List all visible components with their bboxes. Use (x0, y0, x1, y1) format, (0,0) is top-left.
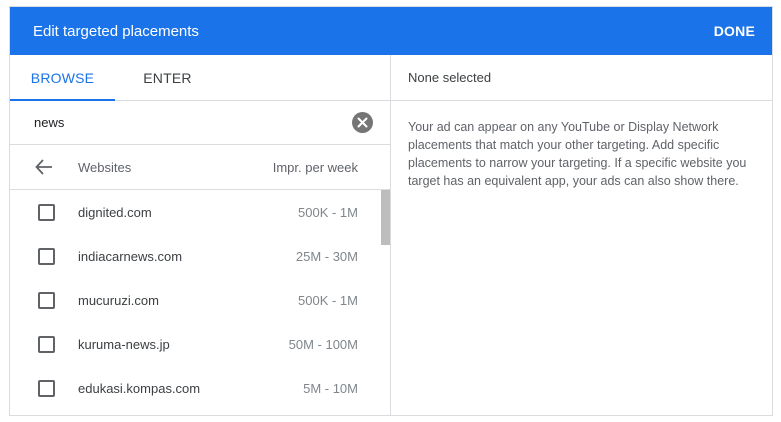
list-header: Websites Impr. per week (10, 145, 390, 190)
site-name: mucuruzi.com (78, 292, 159, 308)
row-checkbox[interactable] (38, 247, 55, 265)
tab-bar: BROWSE ENTER (10, 55, 390, 101)
search-row (10, 101, 390, 145)
results-list: dignited.com 500K - 1M indiacarnews.com … (10, 190, 390, 415)
done-button[interactable]: DONE (714, 23, 755, 39)
browse-panel: BROWSE ENTER Websites Impr. per week dig… (10, 55, 391, 415)
site-name: kuruma-news.jp (78, 336, 170, 352)
list-item[interactable]: edukasi.kompas.com 5M - 10M (10, 366, 390, 410)
list-item[interactable]: indiacarnews.com 25M - 30M (10, 234, 390, 278)
list-item[interactable]: kuruma-news.jp 50M - 100M (10, 322, 390, 366)
impressions-column-header: Impr. per week (272, 159, 358, 175)
websites-column-header: Websites (78, 159, 132, 175)
impressions-range: 500K - 1M (298, 204, 358, 220)
arrow-back-icon[interactable] (35, 159, 53, 175)
scrollbar-thumb[interactable] (381, 190, 390, 245)
search-input[interactable] (34, 115, 354, 130)
row-checkbox[interactable] (38, 291, 55, 309)
dialog-header: Edit targeted placements DONE (10, 7, 772, 55)
impressions-range: 500K - 1M (298, 292, 358, 308)
selection-panel: None selected Your ad can appear on any … (391, 55, 772, 415)
site-name: edukasi.kompas.com (78, 380, 201, 396)
impressions-range: 25M - 30M (295, 248, 358, 264)
edit-placements-dialog: Edit targeted placements DONE BROWSE ENT… (9, 6, 773, 416)
dialog-title: Edit targeted placements (33, 22, 199, 40)
tab-enter[interactable]: ENTER (115, 55, 220, 100)
row-checkbox[interactable] (38, 335, 55, 353)
clear-search-button[interactable] (352, 112, 373, 133)
scrollbar-track[interactable] (381, 190, 390, 415)
selection-status: None selected (391, 55, 772, 101)
impressions-range: 5M - 10M (303, 380, 358, 396)
clear-circle-icon (357, 117, 368, 128)
list-item[interactable]: mucuruzi.com 500K - 1M (10, 278, 390, 322)
site-name: indiacarnews.com (78, 248, 183, 264)
row-checkbox[interactable] (38, 203, 55, 221)
list-item[interactable]: dignited.com 500K - 1M (10, 190, 390, 234)
tab-browse[interactable]: BROWSE (10, 55, 115, 101)
row-checkbox[interactable] (38, 379, 55, 397)
placement-info-text: Your ad can appear on any YouTube or Dis… (408, 120, 747, 188)
impressions-range: 50M - 100M (288, 336, 358, 352)
site-name: dignited.com (78, 204, 152, 220)
